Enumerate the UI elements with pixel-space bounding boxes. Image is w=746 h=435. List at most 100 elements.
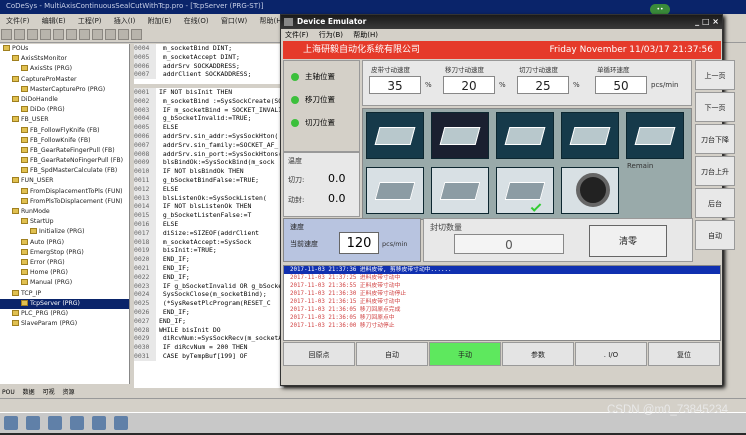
app-icon[interactable] <box>114 416 128 430</box>
reel-icon[interactable] <box>561 167 619 214</box>
find-icon[interactable] <box>92 29 103 40</box>
log-entry[interactable]: 2017-11-03 21:36:30 正料皮带寸动停止 <box>284 290 720 298</box>
ide-menu-item[interactable]: 窗口(W) <box>221 17 247 25</box>
tree-item[interactable]: FB_SpdMasterCalculate (FB) <box>0 166 129 176</box>
log-entry[interactable]: 2017-11-03 21:36:55 正料皮带寸动中 <box>284 282 720 290</box>
io-button[interactable]: . I/O <box>575 342 647 366</box>
tree-item[interactable]: CaptureProMaster <box>0 75 129 85</box>
tree-item[interactable]: DiDo (PRG) <box>0 105 129 115</box>
tab-pou[interactable]: POU <box>2 389 15 396</box>
knife-left-icon[interactable] <box>496 112 554 159</box>
tree-item[interactable]: FromPlsToDisplacement (FUN) <box>0 197 129 207</box>
ide-menu-item[interactable]: 在线(O) <box>184 17 209 25</box>
tree-item[interactable]: FB_FollowFlyKnife (FB) <box>0 126 129 136</box>
speed-input-move-knife[interactable]: 20 <box>443 76 495 94</box>
knife-right-icon[interactable] <box>561 112 619 159</box>
home-button[interactable]: 回原点 <box>283 342 355 366</box>
seal-ok-icon[interactable] <box>496 167 554 214</box>
seal-down-icon[interactable] <box>366 167 424 214</box>
tree-item[interactable]: TcpServer (PRG) <box>0 298 129 309</box>
tree-item[interactable]: FUN_USER <box>0 176 129 186</box>
run-icon[interactable] <box>118 29 129 40</box>
event-log[interactable]: 2017-11-03 21:37:36 进料皮带, 剪移皮带寸动中...... 2… <box>283 265 721 341</box>
menu-help[interactable]: 帮助(H) <box>353 31 378 39</box>
ide-menu-item[interactable]: 插入(I) <box>114 17 136 25</box>
speed-input-belt[interactable]: 35 <box>369 76 421 94</box>
ide-menu-item[interactable]: 文件(F) <box>6 17 30 25</box>
tree-item[interactable]: MasterCapturePro (PRG) <box>0 85 129 95</box>
belt-reverse-icon[interactable] <box>431 112 489 159</box>
ide-menu-item[interactable]: 附加(E) <box>148 17 172 25</box>
indicator-spindle: 主轴位置 <box>291 71 335 82</box>
tree-item[interactable]: POUs <box>0 44 129 54</box>
tree-item[interactable]: Manual (PRG) <box>0 278 129 288</box>
tree-item[interactable]: Auto (PRG) <box>0 238 129 248</box>
app-icon[interactable] <box>26 416 40 430</box>
copy-icon[interactable] <box>66 29 77 40</box>
cut-icon[interactable] <box>53 29 64 40</box>
tree-item[interactable]: StartUp <box>0 217 129 227</box>
backend-button[interactable]: 后台 <box>695 188 735 218</box>
tab-data[interactable]: 数据 <box>23 389 35 396</box>
tree-item[interactable]: SlaveParam (PRG) <box>0 319 129 329</box>
ide-menu-item[interactable]: 工程(P) <box>78 17 102 25</box>
tree-item[interactable]: PLC_PRG (PRG) <box>0 309 129 319</box>
log-entry[interactable]: 2017-11-03 21:36:05 移刀回原点中 <box>284 314 720 322</box>
save-icon[interactable] <box>27 29 38 40</box>
tree-item[interactable]: EmergStop (PRG) <box>0 248 129 258</box>
open-icon[interactable] <box>14 29 25 40</box>
params-button[interactable]: 参数 <box>502 342 574 366</box>
code-editor[interactable]: 0001 IF NOT bisInit THEN 0002 m_socketBind… <box>134 88 284 388</box>
tab-visual[interactable]: 可视 <box>43 389 55 396</box>
cutter-icon[interactable] <box>626 112 684 159</box>
auto-side-button[interactable]: 自动 <box>695 220 735 250</box>
tree-item[interactable]: Error (PRG) <box>0 258 129 268</box>
knife-up-button[interactable]: 刀台上升 <box>695 156 735 186</box>
log-entry[interactable]: 2017-11-03 21:36:00 移刀寸动停止 <box>284 322 720 330</box>
tree-item[interactable]: FB_GearRateNoFingerPull (FB) <box>0 156 129 166</box>
tree-item[interactable]: Initialize (PRG) <box>0 227 129 237</box>
line-number: 0011 <box>134 175 156 185</box>
new-icon[interactable] <box>1 29 12 40</box>
seal-up-icon[interactable] <box>431 167 489 214</box>
app-icon[interactable] <box>48 416 62 430</box>
knife-down-button[interactable]: 刀台下降 <box>695 124 735 154</box>
tree-item[interactable]: FromDisplacementToPls (FUN) <box>0 187 129 197</box>
manual-button[interactable]: 手动 <box>429 342 501 366</box>
print-icon[interactable] <box>40 29 51 40</box>
tree-item[interactable]: Home (PRG) <box>0 268 129 278</box>
tree-item[interactable]: FB_USER <box>0 115 129 125</box>
reset-button[interactable]: 复位 <box>648 342 720 366</box>
start-icon[interactable] <box>4 416 18 430</box>
tree-item[interactable]: AxisStsMonitor <box>0 54 129 64</box>
window-controls[interactable]: _ □ × <box>695 17 719 26</box>
tree-item[interactable]: FB_GearRateFingerPull (FB) <box>0 146 129 156</box>
speed-input-cut-knife[interactable]: 25 <box>517 76 569 94</box>
declaration-editor[interactable]: 0004 m_socketBind DINT; 0005 m_socketAcce… <box>134 44 284 84</box>
paste-icon[interactable] <box>79 29 90 40</box>
tree-item[interactable]: DiDoHandle <box>0 95 129 105</box>
menu-file[interactable]: 文件(F) <box>285 31 309 39</box>
prev-page-button[interactable]: 上一页 <box>695 60 735 90</box>
tree-item[interactable]: FB_FollowKnife (FB) <box>0 136 129 146</box>
folder-icon <box>12 309 19 316</box>
log-entry[interactable]: 2017-11-03 21:36:15 正料皮带寸动中 <box>284 298 720 306</box>
tree-item[interactable]: TCP_IP <box>0 289 129 299</box>
menu-behavior[interactable]: 行为(B) <box>319 31 343 39</box>
app-icon[interactable] <box>70 416 84 430</box>
stop-icon[interactable] <box>131 29 142 40</box>
log-entry[interactable]: 2017-11-03 21:37:25 进料皮带寸动中 <box>284 274 720 282</box>
clear-count-button[interactable]: 清零 <box>589 225 667 257</box>
tab-resources[interactable]: 资源 <box>63 389 75 396</box>
next-page-button[interactable]: 下一页 <box>695 92 735 122</box>
speed-input-cycle[interactable]: 50 <box>595 76 647 94</box>
ide-menu-item[interactable]: 编辑(E) <box>42 17 66 25</box>
login-icon[interactable] <box>105 29 116 40</box>
tree-item[interactable]: AxisSts (PRG) <box>0 64 129 74</box>
log-entry[interactable]: 2017-11-03 21:36:05 移刀回原点完成 <box>284 306 720 314</box>
auto-button[interactable]: 自动 <box>356 342 428 366</box>
belt-forward-icon[interactable] <box>366 112 424 159</box>
log-entry[interactable]: 2017-11-03 21:37:36 进料皮带, 剪移皮带寸动中...... <box>284 266 720 274</box>
app-icon[interactable] <box>92 416 106 430</box>
tree-item[interactable]: RunMode <box>0 207 129 217</box>
